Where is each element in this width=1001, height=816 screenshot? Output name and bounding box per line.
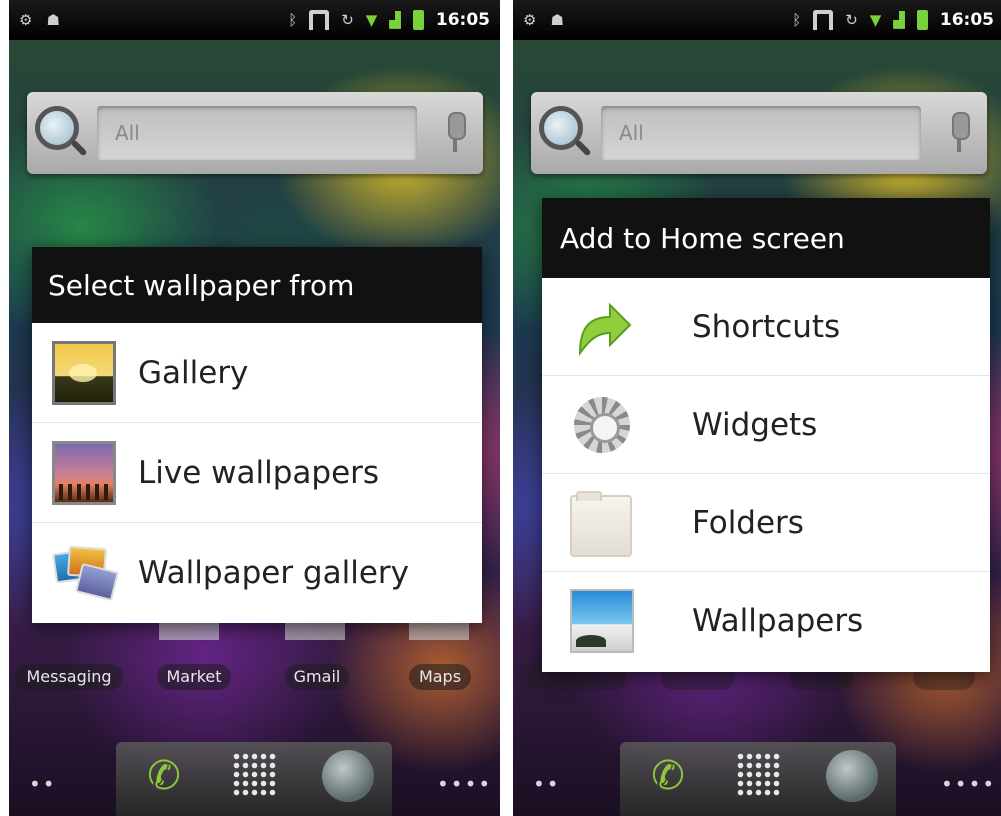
menu-item-live-wallpapers[interactable]: Live wallpapers	[32, 423, 482, 523]
app-drawer-icon[interactable]	[232, 752, 278, 798]
widgets-gear-icon	[570, 393, 634, 457]
search-input[interactable]: All	[97, 106, 417, 160]
left-pages-indicator[interactable]: ••	[533, 772, 561, 796]
gallery-icon	[52, 340, 116, 405]
menu-item-widgets[interactable]: Widgets	[542, 376, 990, 474]
app-label-messaging[interactable]: Messaging	[15, 664, 123, 690]
status-time: 16:05	[939, 10, 994, 30]
android-icon: ☗	[46, 10, 60, 29]
usb-icon	[813, 10, 834, 30]
search-input[interactable]: All	[601, 106, 921, 160]
phone-screen-wallpaper: ⚙ ☗ ᛒ ↻ ▼ ▟ 16:05 All Messaging Market G…	[9, 0, 500, 816]
search-icon[interactable]	[35, 106, 79, 150]
dialog-title: Select wallpaper from	[32, 247, 482, 323]
battery-icon	[916, 10, 928, 30]
wifi-icon: ▼	[365, 10, 378, 29]
search-icon[interactable]	[539, 106, 583, 150]
bluetooth-icon: ᛒ	[792, 10, 802, 29]
app-label-market[interactable]: Market	[157, 664, 231, 690]
status-time: 16:05	[435, 10, 490, 30]
sync-icon: ↻	[341, 10, 354, 29]
dock-panel: ✆	[620, 742, 896, 816]
menu-item-folders[interactable]: Folders	[542, 474, 990, 572]
microphone-icon[interactable]	[949, 112, 970, 154]
settings-icon: ⚙	[19, 10, 33, 29]
menu-item-label: Wallpapers	[692, 603, 864, 639]
dock-panel: ✆	[116, 742, 392, 816]
settings-icon: ⚙	[523, 10, 537, 29]
menu-item-shortcuts[interactable]: Shortcuts	[542, 278, 990, 376]
battery-icon	[412, 10, 424, 30]
app-label-gmail[interactable]: Gmail	[285, 664, 349, 690]
wifi-icon: ▼	[869, 10, 882, 29]
app-label-maps[interactable]: Maps	[409, 664, 471, 690]
menu-item-label: Folders	[692, 504, 804, 541]
browser-icon[interactable]	[322, 750, 374, 802]
menu-item-label: Gallery	[138, 354, 249, 391]
phone-icon[interactable]: ✆	[140, 752, 188, 800]
dialog-title: Add to Home screen	[542, 198, 990, 278]
signal-icon: ▟	[389, 10, 401, 29]
menu-item-wallpapers[interactable]: Wallpapers	[542, 572, 990, 670]
wallpapers-icon	[570, 589, 634, 653]
right-pages-indicator[interactable]: ••••	[941, 772, 996, 796]
phone-screen-add-to-home: ⚙ ☗ ᛒ ↻ ▼ ▟ 16:05 All Add to Home screen	[513, 0, 1001, 816]
app-drawer-icon[interactable]	[736, 752, 782, 798]
menu-item-label: Shortcuts	[692, 308, 841, 345]
sync-icon: ↻	[845, 10, 858, 29]
usb-icon	[309, 10, 330, 30]
right-pages-indicator[interactable]: ••••	[437, 772, 492, 796]
add-to-home-dialog: Add to Home screen Shortcuts Widgets Fol…	[542, 198, 990, 672]
dock: •• ✆ ••••	[513, 742, 1001, 816]
shortcut-arrow-icon	[570, 295, 634, 359]
menu-item-label: Wallpaper gallery	[138, 555, 409, 591]
status-bar: ⚙ ☗ ᛒ ↻ ▼ ▟ 16:05	[9, 0, 500, 40]
dock: •• ✆ ••••	[9, 742, 500, 816]
bluetooth-icon: ᛒ	[288, 10, 298, 29]
menu-item-gallery[interactable]: Gallery	[32, 323, 482, 423]
android-icon: ☗	[550, 10, 564, 29]
search-widget[interactable]: All	[531, 92, 987, 174]
microphone-icon[interactable]	[445, 112, 466, 154]
status-bar: ⚙ ☗ ᛒ ↻ ▼ ▟ 16:05	[513, 0, 1001, 40]
browser-icon[interactable]	[826, 750, 878, 802]
menu-item-wallpaper-gallery[interactable]: Wallpaper gallery	[32, 523, 482, 623]
wallpaper-gallery-icon	[52, 541, 120, 605]
folder-icon	[570, 490, 634, 557]
phone-icon[interactable]: ✆	[644, 752, 692, 800]
live-wallpapers-icon	[52, 440, 116, 505]
select-wallpaper-dialog: Select wallpaper from Gallery Live wallp…	[32, 247, 482, 623]
signal-icon: ▟	[893, 10, 905, 29]
menu-item-label: Live wallpapers	[138, 454, 380, 491]
search-widget[interactable]: All	[27, 92, 483, 174]
left-pages-indicator[interactable]: ••	[29, 772, 57, 796]
menu-item-label: Widgets	[692, 406, 818, 443]
